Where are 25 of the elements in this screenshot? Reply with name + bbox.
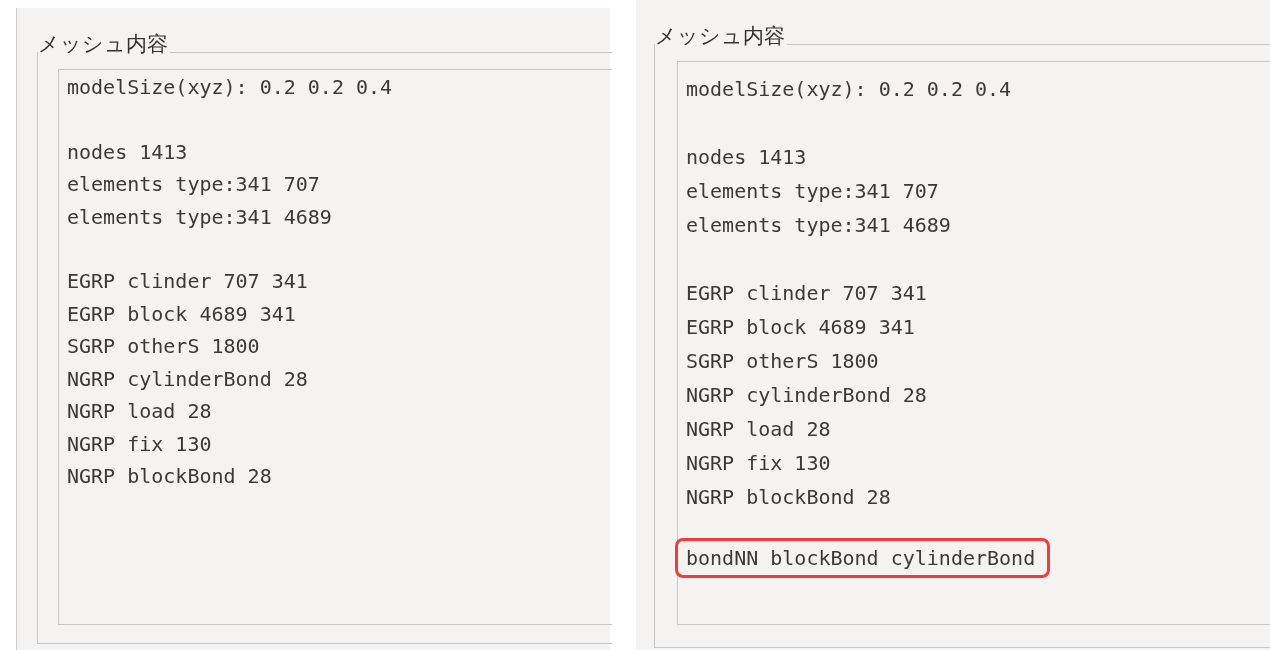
text-line: NGRP blockBond 28: [67, 463, 273, 490]
text-line: elements type:341 4689: [686, 212, 952, 239]
text-line: NGRP fix 130: [686, 450, 832, 477]
text-line: NGRP cylinderBond 28: [67, 365, 309, 393]
text-line: nodes 1413: [686, 144, 808, 171]
text-line: elements type:341 4689: [67, 203, 333, 231]
text-line: elements type:341 707: [686, 178, 940, 205]
group-title: メッシュ内容: [38, 33, 170, 57]
text-line: modelSize(xyz): 0.2 0.2 0.4: [67, 74, 394, 101]
text-line: EGRP block 4689 341: [686, 314, 916, 341]
text-line: SGRP otherS 1800: [67, 333, 261, 360]
text-line: bondNN blockBond cylinderBond: [686, 545, 1036, 572]
text-line: EGRP block 4689 341: [67, 300, 297, 328]
text-line: NGRP cylinderBond 28: [686, 382, 928, 409]
text-line: modelSize(xyz): 0.2 0.2 0.4: [686, 76, 1013, 103]
group-title: メッシュ内容: [655, 25, 787, 49]
text-line: SGRP otherS 1800: [686, 348, 880, 375]
text-line: nodes 1413: [67, 138, 189, 166]
text-line: EGRP clinder 707 341: [67, 268, 309, 295]
text-line: NGRP load 28: [67, 398, 213, 425]
text-line: NGRP blockBond 28: [686, 484, 892, 511]
text-line: NGRP load 28: [686, 416, 832, 443]
text-line: EGRP clinder 707 341: [686, 280, 928, 307]
text-line: NGRP fix 130: [67, 430, 213, 458]
text-line: elements type:341 707: [67, 171, 321, 198]
